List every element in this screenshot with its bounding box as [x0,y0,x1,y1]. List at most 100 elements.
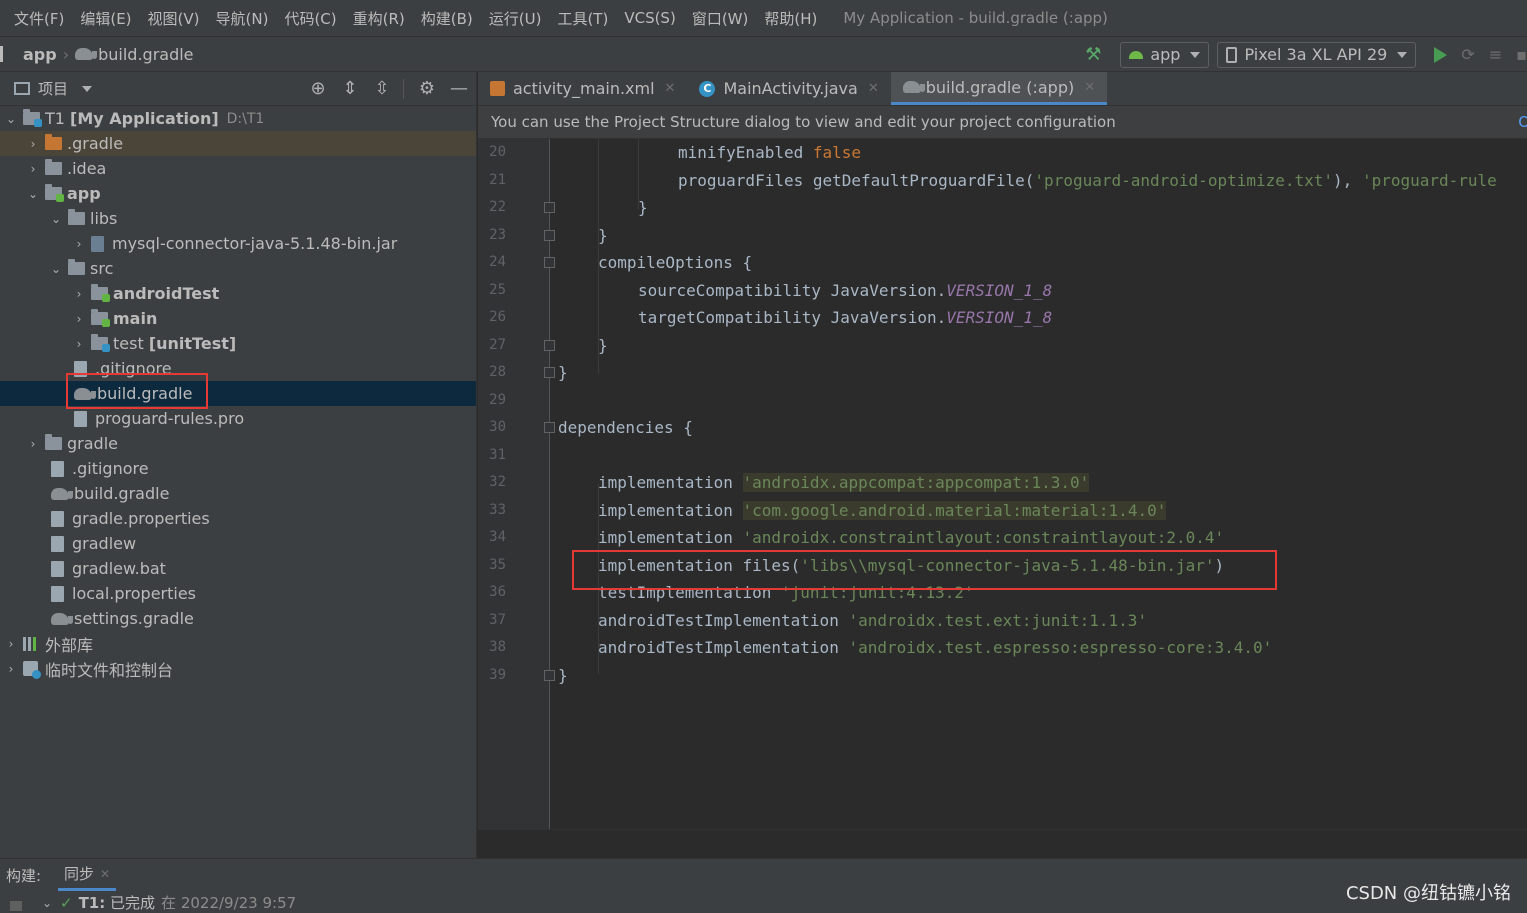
fold-marker-icon[interactable] [544,230,555,241]
tab-activity-main-xml[interactable]: activity_main.xml ✕ [478,72,687,105]
tree-item-app[interactable]: ⌄ app [0,181,476,206]
chevron-down-icon[interactable]: ⌄ [51,212,61,226]
tab-mainactivity-java[interactable]: C MainActivity.java ✕ [687,72,890,105]
chevron-down-icon[interactable]: ⌄ [28,187,38,201]
build-panel: 构建: 同步 ✕ ⌄ ✓ T1: 已完成 在 2022/9/23 9:57 CSD… [0,858,1527,913]
collapse-all-icon[interactable]: ⇳ [373,78,391,99]
menu-file[interactable]: 文件(F) [0,8,72,29]
tree-item-root[interactable]: ⌄ T1 [My Application] D:\T1 [0,106,476,131]
menu-tools[interactable]: 工具(T) [549,8,616,29]
tree-item-src[interactable]: ⌄ src [0,256,476,281]
line-number: 33 [489,502,506,518]
banner-text: You can use the Project Structure dialog… [491,113,1116,131]
tree-item-settings-gradle[interactable]: settings.gradle [0,606,476,631]
chevron-down-icon[interactable] [82,85,93,92]
tree-item-gradlew-bat[interactable]: gradlew.bat [0,556,476,581]
menu-build[interactable]: 构建(B) [413,8,481,29]
tree-item-jar[interactable]: › mysql-connector-java-5.1.48-bin.jar [0,231,476,256]
apply-changes-icon[interactable]: ≡ [1489,45,1502,64]
chevron-right-icon[interactable]: › [28,137,38,151]
gear-icon[interactable]: ⚙ [418,78,436,99]
project-panel-title[interactable]: 项目 [38,78,68,99]
close-icon[interactable]: ✕ [100,867,110,881]
code-line-21: proguardFiles getDefaultProguardFile('pr… [678,171,1497,190]
tree-item-label: test [113,334,144,353]
line-number: 26 [489,309,506,325]
tree-item-androidtest[interactable]: › androidTest [0,281,476,306]
line-number: 28 [489,364,506,380]
tree-item-idea[interactable]: › .idea [0,156,476,181]
editor-horizontal-scrollbar[interactable] [478,829,1527,858]
tree-item-gradle-properties[interactable]: gradle.properties [0,506,476,531]
close-icon[interactable]: ✕ [665,81,676,96]
tree-item-libs[interactable]: ⌄ libs [0,206,476,231]
tree-item-test[interactable]: › test [unitTest] [0,331,476,356]
tree-item-gradle[interactable]: › gradle [0,431,476,456]
tree-item-local-properties[interactable]: local.properties [0,581,476,606]
chevron-right-icon[interactable]: › [6,637,16,651]
chevron-down-icon[interactable]: ⌄ [6,112,16,126]
tab-sync[interactable]: 同步 ✕ [58,859,117,891]
fold-marker-icon[interactable] [544,670,555,681]
tree-item-scratches[interactable]: › 临时文件和控制台 [0,656,476,681]
project-structure-banner: You can use the Project Structure dialog… [478,106,1527,139]
tree-item-label: 临时文件和控制台 [45,660,174,680]
chevron-right-icon[interactable]: › [28,162,38,176]
tree-item-gradlew[interactable]: gradlew [0,531,476,556]
fold-marker-icon[interactable] [544,422,555,433]
tree-item-main[interactable]: › main [0,306,476,331]
fold-marker-icon[interactable] [544,340,555,351]
java-class-icon: C [699,80,716,97]
menu-edit[interactable]: 编辑(E) [72,8,139,29]
menu-navigate[interactable]: 导航(N) [208,8,277,29]
breadcrumb-file[interactable]: build.gradle [75,45,194,64]
script-file-icon [51,535,64,552]
expand-all-icon[interactable]: ⇕ [341,78,359,99]
menu-help[interactable]: 帮助(H) [756,8,825,29]
menu-run[interactable]: 运行(U) [481,8,550,29]
chevron-right-icon[interactable]: › [74,312,84,326]
run-icon[interactable] [1434,46,1448,63]
tree-item-proguard[interactable]: proguard-rules.pro [0,406,476,431]
tree-item-gitignore[interactable]: .gitignore [0,456,476,481]
hammer-icon[interactable]: ⚒ [1082,44,1104,66]
tree-item-external-libraries[interactable]: › 外部库 [0,631,476,656]
chevron-down-icon[interactable]: ⌄ [51,262,61,276]
menu-code[interactable]: 代码(C) [276,8,344,29]
chevron-right-icon[interactable]: › [74,237,84,251]
module-folder-icon [23,109,42,127]
banner-link-edge[interactable]: O [1518,113,1527,131]
minimize-icon[interactable]: — [450,78,468,99]
close-icon[interactable]: ✕ [1084,80,1095,95]
code-keyword: false [812,143,862,162]
stop-icon[interactable] [10,901,22,911]
tree-item-dot-gradle[interactable]: › .gradle [0,131,476,156]
fold-marker-icon[interactable] [544,367,555,378]
device-select[interactable]: Pixel 3a XL API 29 [1217,41,1417,68]
rerun-icon[interactable]: ⟳ [1461,45,1474,64]
code-constant: VERSION_1_8 [946,308,1053,327]
tree-item-build-gradle[interactable]: build.gradle [0,481,476,506]
menu-vcs[interactable]: VCS(S) [616,9,683,27]
run-config-select[interactable]: app [1120,41,1210,68]
menu-window[interactable]: 窗口(W) [684,8,757,29]
breadcrumb-module[interactable]: app [23,45,57,64]
menu-view[interactable]: 视图(V) [140,8,208,29]
code-area[interactable]: 20 21 22 23 24 25 26 27 28 29 30 31 32 3… [478,139,1527,829]
tab-build-gradle-app[interactable]: build.gradle (:app) ✕ [890,72,1108,105]
tree-item-label: mysql-connector-java-5.1.48-bin.jar [112,234,398,253]
locate-icon[interactable]: ⊕ [309,78,327,99]
chevron-right-icon[interactable]: › [6,662,16,676]
close-icon[interactable]: ✕ [868,81,879,96]
code-string: 'androidx.appcompat:appcompat:1.3.0' [742,473,1090,492]
fold-marker-icon[interactable] [544,202,555,213]
fold-marker-icon[interactable] [544,257,555,268]
code-line-33: implementation 'com.google.android.mater… [598,501,1167,520]
chevron-down-icon[interactable]: ⌄ [42,896,52,910]
menu-refactor[interactable]: 重构(R) [345,8,413,29]
overflow-icon[interactable]: ▪ [1516,45,1527,64]
build-status-row[interactable]: ⌄ ✓ T1: 已完成 在 2022/9/23 9:57 [0,891,1527,913]
chevron-right-icon[interactable]: › [74,337,84,351]
chevron-right-icon[interactable]: › [28,437,38,451]
chevron-right-icon[interactable]: › [74,287,84,301]
